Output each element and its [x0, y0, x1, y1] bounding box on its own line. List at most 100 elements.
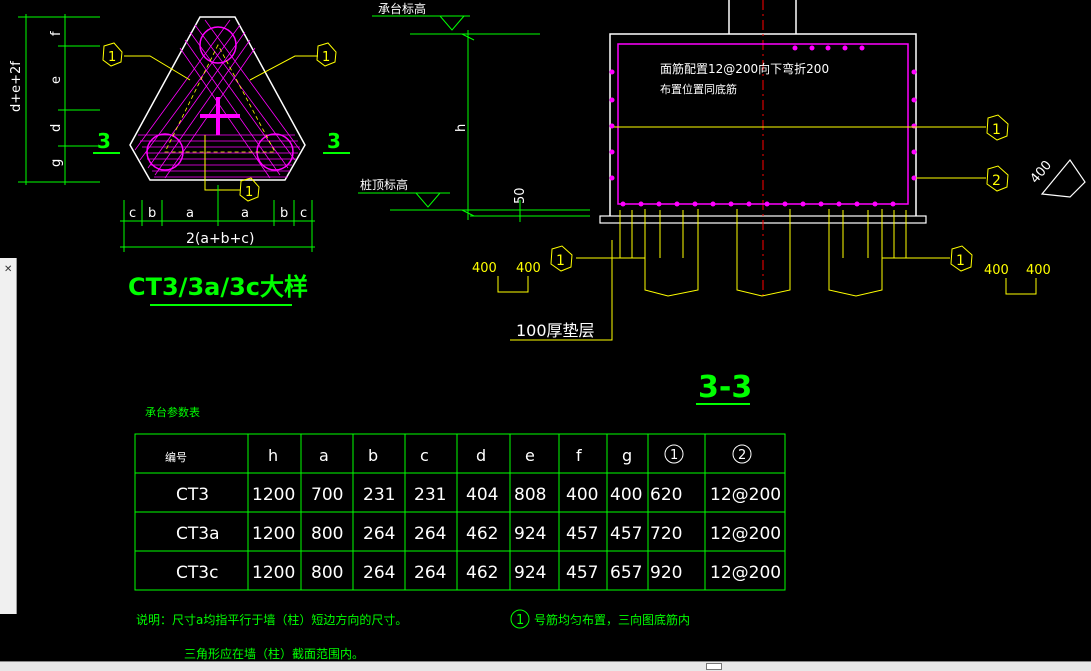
pile-left	[644, 209, 699, 297]
scrollbar-thumb[interactable]	[706, 663, 722, 670]
table-header-cell: h	[268, 446, 278, 465]
bottom-dim-b-right: b	[280, 206, 288, 221]
table-cell: 657	[610, 563, 642, 583]
bottom-dim-b-left: b	[148, 206, 156, 221]
table-cell: 924	[514, 563, 546, 583]
detail-callout-right: 1	[316, 42, 337, 67]
table-header-cell: a	[319, 446, 329, 465]
section-mark-text: 3	[97, 129, 111, 153]
dim-label-d: d	[49, 124, 64, 132]
table-cell: 1200	[252, 524, 295, 544]
table-header-cell: b	[368, 446, 378, 465]
section-callout-1-far-right: 1	[950, 245, 973, 272]
left-dim-2: 400	[516, 261, 541, 276]
table-cell: 1200	[252, 485, 295, 505]
bottom-dim-total: 2(a+b+c)	[186, 231, 254, 247]
left-dim-bracket	[497, 276, 529, 293]
table-cell: 924	[514, 524, 546, 544]
callout-number: 1	[956, 253, 965, 269]
table-header-row: 编号 h a b c d e f g	[165, 446, 632, 465]
bottom-dim-a-left: a	[186, 206, 194, 221]
section-3-3-drawing: 承台标高 桩顶标高 h 50 面筋配置12@200向下弯折200 布置位置同底筋…	[358, 0, 1086, 405]
detail-callout-bottom: 1	[239, 177, 260, 202]
note-3: 号筋均匀布置，三向图底筋内	[534, 612, 690, 627]
section-mark-text: 3	[327, 129, 341, 153]
table-cell: 457	[566, 563, 598, 583]
table-cell: 1200	[252, 563, 295, 583]
right-dim-bracket	[1005, 278, 1037, 295]
dim-label-g: g	[49, 159, 64, 167]
detail-title: CT3/3a/3c大样	[128, 273, 308, 301]
dim-50-label: 50	[513, 187, 528, 204]
section-mark-right: 3	[323, 129, 350, 154]
table-cell: CT3a	[176, 524, 220, 544]
table-header-cell: d	[476, 446, 486, 465]
table-cell: 920	[650, 563, 682, 583]
right-dim-1: 400	[984, 263, 1009, 278]
note-3-number: 1	[516, 613, 524, 628]
table-header-cell: 2	[738, 448, 746, 463]
table-cell: 12@200	[710, 563, 781, 583]
table-cell: 700	[311, 485, 343, 505]
section-callout-2-right: 2	[986, 165, 1009, 192]
table-cell: 808	[514, 485, 546, 505]
table-cell: 462	[466, 524, 498, 544]
bottom-dim-c-right: c	[300, 206, 307, 221]
table-cell: 12@200	[710, 485, 781, 505]
callout-number: 1	[556, 253, 565, 269]
table-cell: CT3c	[176, 563, 218, 583]
table-row: CT3a 1200 800 264 264 462 924 457 457 72…	[176, 524, 781, 544]
drawing-notes: 说明：尺寸a均指平行于墙（柱）短边方向的尺寸。 三角形应在墙（柱）截面范围内。 …	[136, 609, 690, 661]
note-2: 三角形应在墙（柱）截面范围内。	[184, 646, 364, 661]
left-dim-1: 400	[472, 261, 497, 276]
cap-top-elevation-label: 承台标高	[378, 1, 426, 16]
cad-drawing-canvas: d+e+2f f e d g 1 1 1 3 3 c b a a b c 2(a…	[9, 0, 1086, 661]
table-cell: 400	[610, 485, 642, 505]
table-header-cell: f	[576, 446, 582, 465]
section-callout-1-left: 1	[550, 245, 573, 272]
side-panel[interactable]: ✕	[0, 258, 17, 614]
pile-right	[828, 209, 883, 297]
callout-leader-left	[124, 55, 191, 81]
table-cell: 620	[650, 485, 682, 505]
table-header-cell: 编号	[165, 450, 187, 464]
detail-callout-left: 1	[102, 42, 123, 67]
section-callout-1-right: 1	[986, 114, 1009, 141]
callout-number: 2	[992, 173, 1001, 189]
callout-number: 1	[245, 185, 253, 200]
dim-label-e: e	[49, 76, 64, 84]
table-cell: CT3	[176, 485, 209, 505]
table-cell: 457	[566, 524, 598, 544]
cap-top-elevation-marker	[372, 15, 540, 35]
cap-parameter-table: 承台参数表 编号 h a b c d e f g 1 2 CT3 1200 70…	[134, 405, 786, 591]
pile-top-elevation-label: 桩顶标高	[360, 177, 408, 192]
callout-number: 1	[108, 50, 116, 65]
right-dim-2: 400	[1026, 263, 1051, 278]
table-cell: 457	[610, 524, 642, 544]
note-3-callout: 1	[510, 609, 530, 629]
h-dimension-label: h	[454, 124, 469, 132]
dim-label-f: f	[49, 31, 64, 36]
bottom-dim-c-left: c	[129, 206, 136, 221]
rebar-note-1: 面筋配置12@200向下弯折200	[660, 61, 829, 76]
table-cell: 462	[466, 563, 498, 583]
table-cell: 264	[414, 524, 446, 544]
table-cell: 231	[363, 485, 395, 505]
close-icon[interactable]: ✕	[4, 264, 12, 275]
table-header-callout-2: 2	[732, 444, 752, 464]
table-cell: 400	[566, 485, 598, 505]
bottom-dim-a-right: a	[241, 206, 249, 221]
table-row: CT3 1200 700 231 231 404 808 400 400 620…	[176, 485, 781, 505]
table-header-cell: g	[622, 446, 632, 465]
table-header-cell: e	[525, 446, 535, 465]
callout-number: 1	[322, 50, 330, 65]
cushion-label: 100厚垫层	[516, 321, 595, 340]
dim-label-total: d+e+2f	[9, 61, 24, 112]
callout-number: 1	[992, 122, 1001, 138]
cap-detail-drawing: d+e+2f f e d g 1 1 1 3 3 c b a a b c 2(a…	[9, 14, 350, 306]
table-cell: 264	[363, 563, 395, 583]
table-header-callout-1: 1	[664, 444, 684, 464]
table-header-cell: c	[420, 446, 429, 465]
table-grid	[134, 433, 786, 591]
table-caption: 承台参数表	[145, 405, 200, 419]
